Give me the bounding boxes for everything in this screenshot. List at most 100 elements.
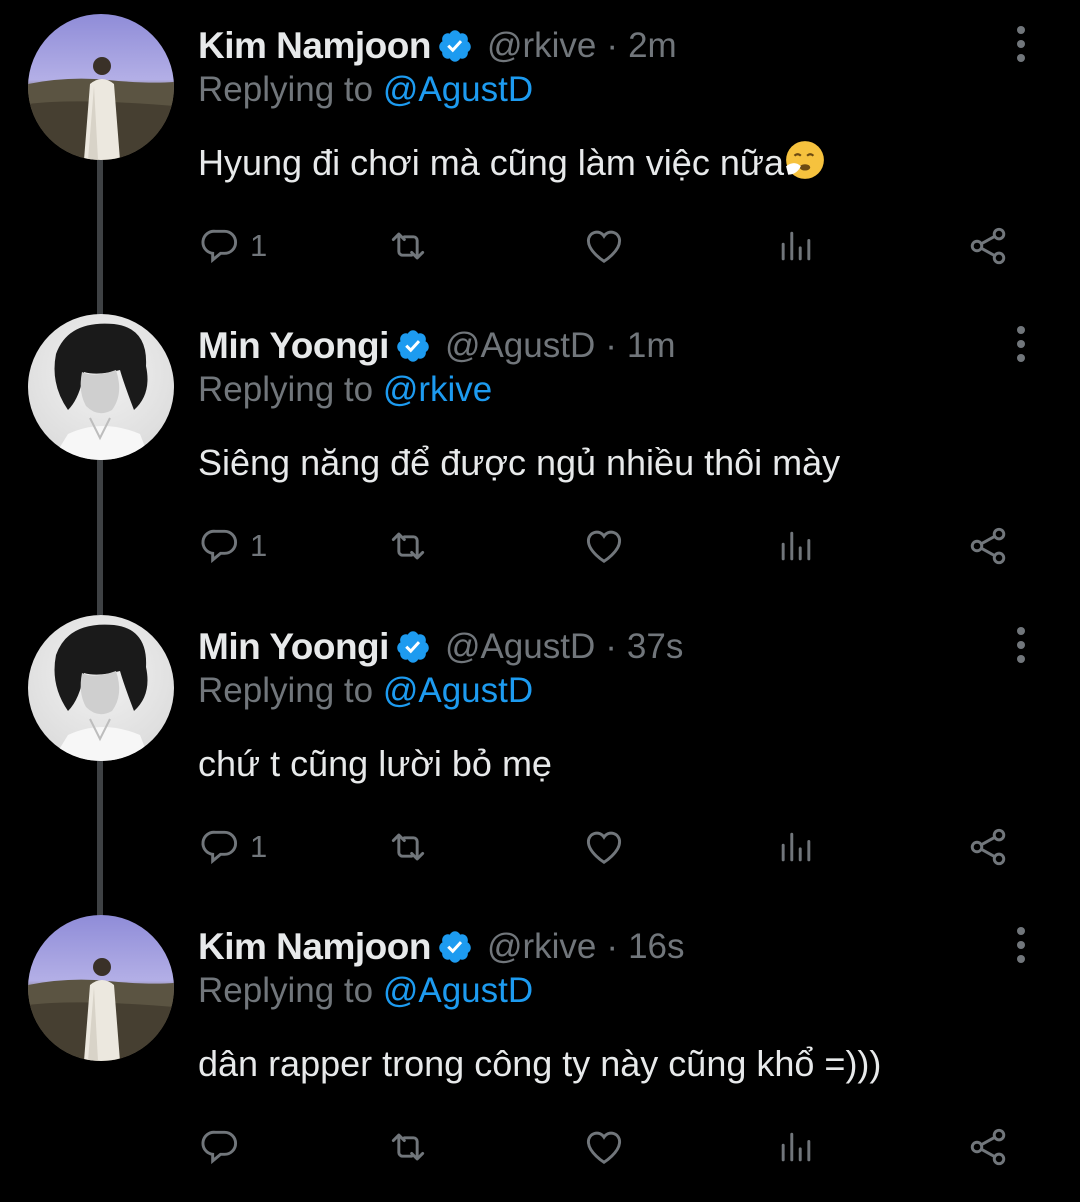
- more-options-icon: [1017, 326, 1025, 362]
- reply-icon: [201, 1130, 237, 1165]
- verified-badge-icon: [397, 631, 429, 663]
- tweet-header: Kim Namjoon @rkive · 16s: [198, 919, 685, 975]
- tweet-actions: 1: [198, 218, 1028, 274]
- separator-dot: ·: [606, 26, 619, 65]
- avatar[interactable]: [28, 915, 174, 1061]
- username-handle[interactable]: @rkive: [487, 927, 596, 967]
- like-heart-icon: [586, 831, 622, 864]
- like-heart-icon: [586, 530, 622, 563]
- replying-to-line: Replying to @rkive: [198, 370, 492, 410]
- share-button[interactable]: [966, 1119, 1010, 1175]
- avatar[interactable]: [28, 615, 174, 761]
- reply-button[interactable]: 1: [198, 819, 267, 875]
- share-button[interactable]: [966, 819, 1010, 875]
- replying-to-line: Replying to @AgustD: [198, 70, 533, 110]
- more-options-button[interactable]: [1006, 24, 1036, 64]
- mention-link[interactable]: @AgustD: [383, 971, 533, 1010]
- reply-button[interactable]: 1: [198, 218, 267, 274]
- avatar[interactable]: [28, 314, 174, 460]
- views-chart-icon: [781, 832, 811, 862]
- views-chart-icon: [781, 231, 811, 261]
- thread-connector-line: [97, 460, 103, 615]
- more-options-button[interactable]: [1006, 324, 1036, 364]
- like-button[interactable]: [582, 218, 626, 274]
- like-button[interactable]: [582, 1119, 626, 1175]
- avatar[interactable]: [28, 14, 174, 160]
- share-button[interactable]: [966, 518, 1010, 574]
- like-heart-icon: [586, 230, 622, 263]
- username-handle[interactable]: @AgustD: [445, 627, 595, 667]
- retweet-icon: [391, 232, 425, 260]
- tweet[interactable]: Kim Namjoon @rkive · 2m Replying to @AgustD H…: [0, 0, 1080, 315]
- timestamp[interactable]: 16s: [628, 927, 684, 967]
- verified-badge-icon: [439, 30, 471, 62]
- mention-link[interactable]: @rkive: [383, 370, 492, 409]
- replying-to-line: Replying to @AgustD: [198, 971, 533, 1011]
- views-chart-icon: [781, 1132, 811, 1162]
- tweet-text-content: dân rapper trong công ty này cũng khổ =)…: [198, 1043, 882, 1084]
- tweet-text-content: chứ t cũng lười bỏ mẹ: [198, 743, 552, 784]
- share-icon: [970, 527, 1006, 565]
- views-button[interactable]: [774, 819, 818, 875]
- timestamp[interactable]: 2m: [628, 26, 677, 66]
- tweet-text: chứ t cũng lười bỏ mẹ: [198, 739, 552, 789]
- username-handle[interactable]: @AgustD: [445, 326, 595, 366]
- tweet[interactable]: Min Yoongi @AgustD · 37s Replying to @AgustD…: [0, 601, 1080, 916]
- replying-to-label: Replying to: [198, 671, 383, 710]
- more-options-icon: [1017, 26, 1025, 62]
- share-button[interactable]: [966, 218, 1010, 274]
- separator-dot: ·: [605, 627, 617, 666]
- tweet-header: Kim Namjoon @rkive · 2m: [198, 18, 677, 74]
- share-icon: [970, 227, 1006, 265]
- verified-badge-icon: [439, 931, 471, 963]
- separator-dot: ·: [605, 326, 617, 365]
- mention-link[interactable]: @AgustD: [383, 70, 533, 109]
- reply-icon: [201, 229, 237, 264]
- more-options-icon: [1017, 627, 1025, 663]
- reply-icon: [201, 529, 237, 564]
- more-options-button[interactable]: [1006, 625, 1036, 665]
- more-options-button[interactable]: [1006, 925, 1036, 965]
- views-button[interactable]: [774, 518, 818, 574]
- like-heart-icon: [586, 1131, 622, 1164]
- mention-link[interactable]: @AgustD: [383, 671, 533, 710]
- thread-connector-line: [97, 761, 103, 916]
- replying-to-line: Replying to @AgustD: [198, 671, 533, 711]
- tweet-text: Siêng năng để được ngủ nhiều thôi mày: [198, 438, 840, 488]
- tweet-actions: 1: [198, 518, 1028, 574]
- replying-to-label: Replying to: [198, 70, 383, 109]
- replying-to-label: Replying to: [198, 370, 383, 409]
- retweet-button[interactable]: [386, 1119, 430, 1175]
- reply-thread: Kim Namjoon @rkive · 2m Replying to @AgustD H…: [0, 0, 1080, 1184]
- tweet[interactable]: Min Yoongi @AgustD · 1m Replying to @rkive Si…: [0, 300, 1080, 615]
- tweet-text-content: Hyung đi chơi mà cũng làm việc nữa: [198, 142, 784, 183]
- sneezing-face-emoji: [786, 141, 824, 179]
- retweet-icon: [391, 532, 425, 560]
- reply-button[interactable]: 1: [198, 518, 267, 574]
- like-button[interactable]: [582, 819, 626, 875]
- retweet-button[interactable]: [386, 819, 430, 875]
- verified-badge-icon: [397, 330, 429, 362]
- retweet-button[interactable]: [386, 518, 430, 574]
- tweet-text-content: Siêng năng để được ngủ nhiều thôi mày: [198, 442, 841, 483]
- display-name[interactable]: Min Yoongi: [198, 626, 389, 668]
- views-button[interactable]: [774, 218, 818, 274]
- retweet-button[interactable]: [386, 218, 430, 274]
- reply-button[interactable]: [198, 1119, 250, 1175]
- tweet-text: dân rapper trong công ty này cũng khổ =)…: [198, 1039, 881, 1089]
- username-handle[interactable]: @rkive: [487, 26, 596, 66]
- tweet-header: Min Yoongi @AgustD · 37s: [198, 619, 683, 675]
- more-options-icon: [1017, 927, 1025, 963]
- tweet[interactable]: Kim Namjoon @rkive · 16s Replying to @AgustD…: [0, 901, 1080, 1202]
- views-button[interactable]: [774, 1119, 818, 1175]
- tweet-text: Hyung đi chơi mà cũng làm việc nữa: [198, 138, 826, 188]
- timestamp[interactable]: 37s: [627, 627, 683, 667]
- reply-count: 1: [250, 228, 268, 263]
- separator-dot: ·: [606, 927, 619, 966]
- timestamp[interactable]: 1m: [627, 326, 676, 366]
- like-button[interactable]: [582, 518, 626, 574]
- reply-icon: [201, 830, 237, 865]
- display-name[interactable]: Kim Namjoon: [198, 926, 431, 968]
- display-name[interactable]: Min Yoongi: [198, 325, 389, 367]
- display-name[interactable]: Kim Namjoon: [198, 25, 431, 67]
